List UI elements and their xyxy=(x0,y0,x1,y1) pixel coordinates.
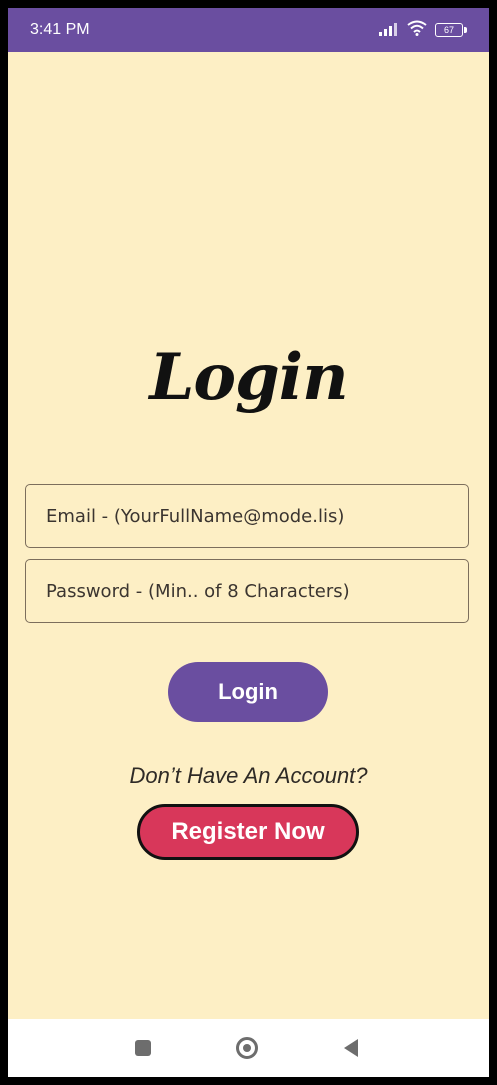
email-input[interactable] xyxy=(26,485,468,547)
status-icons: 67 xyxy=(379,19,467,41)
status-time: 3:41 PM xyxy=(30,21,90,38)
password-input[interactable] xyxy=(26,560,468,622)
back-triangle-icon xyxy=(344,1039,358,1057)
back-button[interactable] xyxy=(321,1019,381,1077)
email-field[interactable] xyxy=(25,484,469,548)
recents-square-icon xyxy=(135,1040,151,1056)
battery-icon: 67 xyxy=(435,23,467,37)
register-button[interactable]: Register Now xyxy=(137,804,359,860)
status-bar: 3:41 PM 67 xyxy=(8,8,489,52)
login-button[interactable]: Login xyxy=(168,662,328,722)
recents-button[interactable] xyxy=(113,1019,173,1077)
no-account-text: Don’t Have An Account? xyxy=(129,763,368,788)
home-button[interactable] xyxy=(217,1019,277,1077)
navigation-bar xyxy=(8,1019,489,1077)
wifi-icon xyxy=(407,20,427,40)
phone-screen: 3:41 PM 67 Login Email - (YourFullName@m… xyxy=(8,8,489,1077)
signal-icon xyxy=(379,21,399,40)
password-field[interactable] xyxy=(25,559,469,623)
page-title: Login xyxy=(149,340,348,415)
home-circle-icon xyxy=(236,1037,258,1059)
